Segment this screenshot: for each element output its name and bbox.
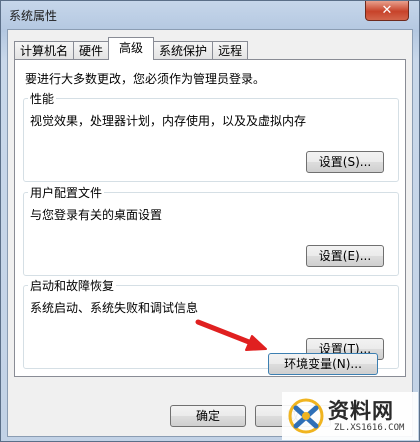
admin-notice: 要进行大多数更改，您必须作为管理员登录。	[25, 72, 266, 86]
performance-group: 性能 视觉效果，处理器计划，内存使用，以及及虚拟内存 设置(S)...	[23, 90, 399, 182]
performance-settings-button[interactable]: 设置(S)...	[306, 151, 384, 173]
window-title: 系统属性	[9, 9, 58, 23]
startup-recovery-description: 系统启动、系统失败和调试信息	[30, 301, 199, 315]
close-button[interactable]: ✕	[365, 1, 409, 21]
watermark: 资料网 ZL.XS1616.COM	[282, 392, 418, 440]
watermark-logo-icon	[288, 398, 324, 434]
performance-legend: 性能	[28, 90, 57, 107]
dialog-client-area: 计算机名 硬件 高级 系统保护 远程 要进行大多数更改，您必须作为管理员登录。 …	[7, 29, 413, 437]
close-icon: ✕	[381, 3, 393, 18]
tab-strip: 计算机名 硬件 高级 系统保护 远程	[14, 37, 249, 60]
startup-recovery-legend: 启动和故障恢复	[28, 277, 117, 294]
user-profiles-settings-button[interactable]: 设置(E)...	[306, 245, 384, 267]
user-profiles-legend: 用户配置文件	[28, 184, 105, 201]
tab-hardware[interactable]: 硬件	[73, 41, 110, 60]
advanced-tab-panel: 要进行大多数更改，您必须作为管理员登录。 性能 视觉效果，处理器计划，内存使用，…	[14, 59, 406, 377]
user-profiles-description: 与您登录有关的桌面设置	[30, 208, 163, 222]
title-bar[interactable]: 系统属性 ✕	[1, 1, 419, 29]
performance-description: 视觉效果，处理器计划，内存使用，以及及虚拟内存	[30, 114, 307, 128]
watermark-title: 资料网	[328, 399, 394, 423]
user-profiles-group: 用户配置文件 与您登录有关的桌面设置 设置(E)...	[23, 184, 399, 276]
system-properties-window: 系统属性 ✕ 计算机名 硬件 高级 系统保护 远程 要进行大多数更改，您必须作为…	[0, 0, 420, 442]
ok-button[interactable]: 确定	[170, 405, 246, 427]
tab-computer-name[interactable]: 计算机名	[14, 41, 75, 60]
tab-system-protection[interactable]: 系统保护	[153, 41, 214, 60]
watermark-url: ZL.XS1616.COM	[334, 423, 405, 433]
tab-advanced[interactable]: 高级	[108, 37, 155, 60]
tab-remote[interactable]: 远程	[212, 41, 249, 60]
environment-variables-button[interactable]: 环境变量(N)...	[268, 353, 378, 375]
